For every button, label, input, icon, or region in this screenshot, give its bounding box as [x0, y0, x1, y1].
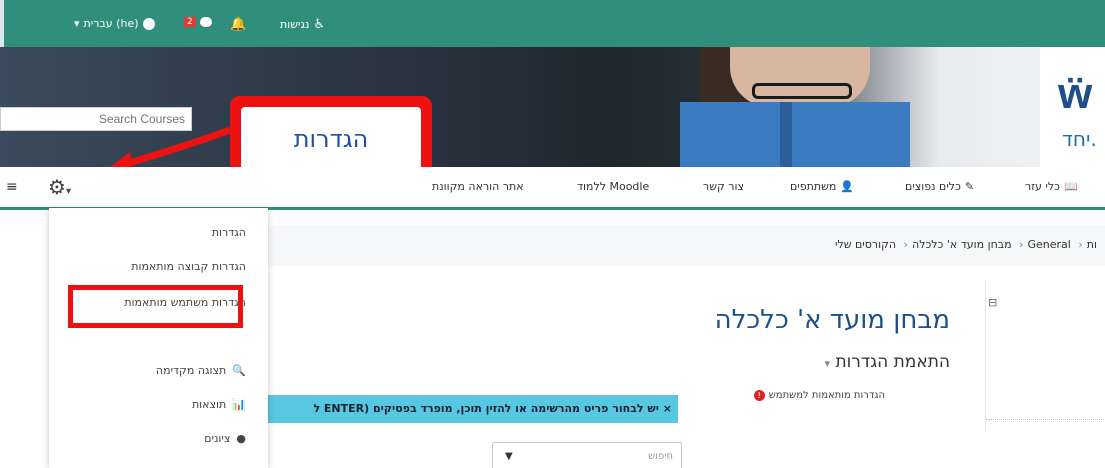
top-bar: ▾ עברית (he) 2 🔔 נגישות ♿ [0, 0, 1105, 47]
chat-icon [199, 17, 212, 27]
divider [986, 419, 1105, 420]
menu-item-label: הגדרות קבוצה מותאמות [131, 260, 246, 273]
menu-item-preview[interactable]: 🔍 תצוגה מקדימה [156, 364, 246, 377]
hamburger-menu-icon[interactable]: ≡ [6, 179, 18, 195]
nav-contact[interactable]: צור קשר [703, 180, 744, 193]
nav-online-teaching-label: אתר הוראה מקוונת [432, 180, 524, 193]
accessibility-button[interactable]: נגישות ♿ [280, 17, 325, 32]
menu-item-settings[interactable]: הגדרות [212, 226, 246, 239]
breadcrumb-item[interactable]: General [1028, 238, 1071, 251]
nav-common-tools-label: כלים נפוצים [905, 180, 961, 193]
chart-icon: 📊 [232, 398, 246, 411]
breadcrumb-bar: ות‹ General‹ מבחן מועד א' כלכלה‹ הקורסים… [270, 226, 1105, 266]
highlight-frame [68, 285, 243, 328]
settings-dropdown: הגדרות הגדרות קבוצה מותאמות הגדרות משתמש… [49, 208, 268, 468]
user-overrides-note: הגדרות מותאמות למשתמש ! [753, 390, 885, 401]
search-icon: 🔍 [232, 364, 246, 377]
logo-subtitle: יחד. [1062, 127, 1097, 151]
search-select-placeholder: חיפוש [648, 451, 673, 462]
bell-icon: 🔔 [230, 17, 247, 32]
user-icon: 👤 [840, 180, 855, 193]
note-label: הגדרות מותאמות למשתמש [768, 390, 885, 401]
globe-icon [142, 17, 155, 30]
menu-item-label: הגדרות [211, 226, 246, 239]
breadcrumb-separator-icon: ‹ [903, 238, 909, 251]
book-icon: 📖 [1063, 180, 1078, 193]
nav-participants[interactable]: משתתפים 👤 [790, 180, 854, 193]
page-title: מבחן מועד א' כלכלה [714, 305, 950, 335]
accessibility-label: נגישות [280, 18, 310, 31]
chevron-down-icon: ▾ [74, 17, 80, 30]
language-label: עברית (he) [83, 17, 139, 30]
wheelchair-icon: ♿ [313, 17, 326, 32]
breadcrumb-item[interactable]: הקורסים שלי [835, 238, 896, 251]
block-collapse-icon[interactable]: ⊟ [988, 296, 997, 309]
nav-learn-moodle[interactable]: ללמוד Moodle [577, 180, 649, 193]
chevron-down-icon: ▾ [824, 357, 831, 370]
required-icon: ! [753, 390, 765, 401]
course-navbar: ≡ ⚙▾ כלי עזר 📖 כלים נפוצים ✎ משתתפים 👤 צ… [0, 167, 1105, 210]
caret-down-icon: ▼ [505, 451, 513, 462]
messages-badge: 2 [184, 17, 196, 27]
breadcrumb-item[interactable]: מבחן מועד א' כלכלה [912, 238, 1012, 251]
edit-icon: ✎ [964, 180, 975, 193]
menu-item-label: תצוגה מקדימה [155, 364, 227, 377]
dot-icon: ● [236, 432, 246, 445]
nav-online-teaching[interactable]: אתר הוראה מקוונת [432, 180, 524, 193]
nav-participants-label: משתתפים [790, 180, 837, 193]
callout-text: הגדרות [241, 107, 421, 170]
banner-image-book [680, 102, 910, 167]
nav-contact-label: צור קשר [703, 180, 745, 193]
banner-image-book-spine [780, 102, 792, 167]
messages-button[interactable]: 2 [184, 17, 212, 27]
nav-tools[interactable]: כלי עזר 📖 [1025, 180, 1078, 193]
breadcrumb-separator-icon: ‹ [1078, 238, 1083, 251]
section-title-label: התאמת הגדרות [835, 352, 950, 372]
menu-item-label: תוצאות [191, 398, 227, 411]
gear-icon[interactable]: ⚙▾ [48, 175, 71, 199]
right-block: ⊟ [985, 280, 1105, 430]
notifications-button[interactable]: 🔔 [230, 17, 246, 32]
nav-learn-moodle-label: ללמוד Moodle [577, 180, 650, 193]
info-message: × יש לבחור פריט מהרשימה או להזין תוכן, מ… [268, 395, 678, 423]
search-select[interactable]: חיפוש ▼ [492, 442, 682, 468]
breadcrumb-separator-icon: ‹ [1019, 238, 1024, 251]
breadcrumb-item[interactable]: ות [1087, 238, 1097, 251]
menu-item-grades[interactable]: ● ציונים [204, 432, 246, 445]
nav-tools-label: כלי עזר [1025, 180, 1060, 193]
menu-item-results[interactable]: 📊 תוצאות [192, 398, 246, 411]
banner-image-glasses [752, 83, 852, 99]
logo-mark: ẅ [1058, 69, 1093, 118]
menu-item-label: ציונים [204, 432, 231, 445]
menu-item-group-overrides[interactable]: הגדרות קבוצה מותאמות [131, 260, 246, 273]
breadcrumb: ות‹ General‹ מבחן מועד א' כלכלה‹ הקורסים… [835, 238, 1097, 251]
language-menu[interactable]: ▾ עברית (he) [74, 17, 155, 30]
nav-common-tools[interactable]: כלים נפוצים ✎ [905, 180, 974, 193]
section-title[interactable]: התאמת הגדרות ▾ [825, 352, 951, 372]
